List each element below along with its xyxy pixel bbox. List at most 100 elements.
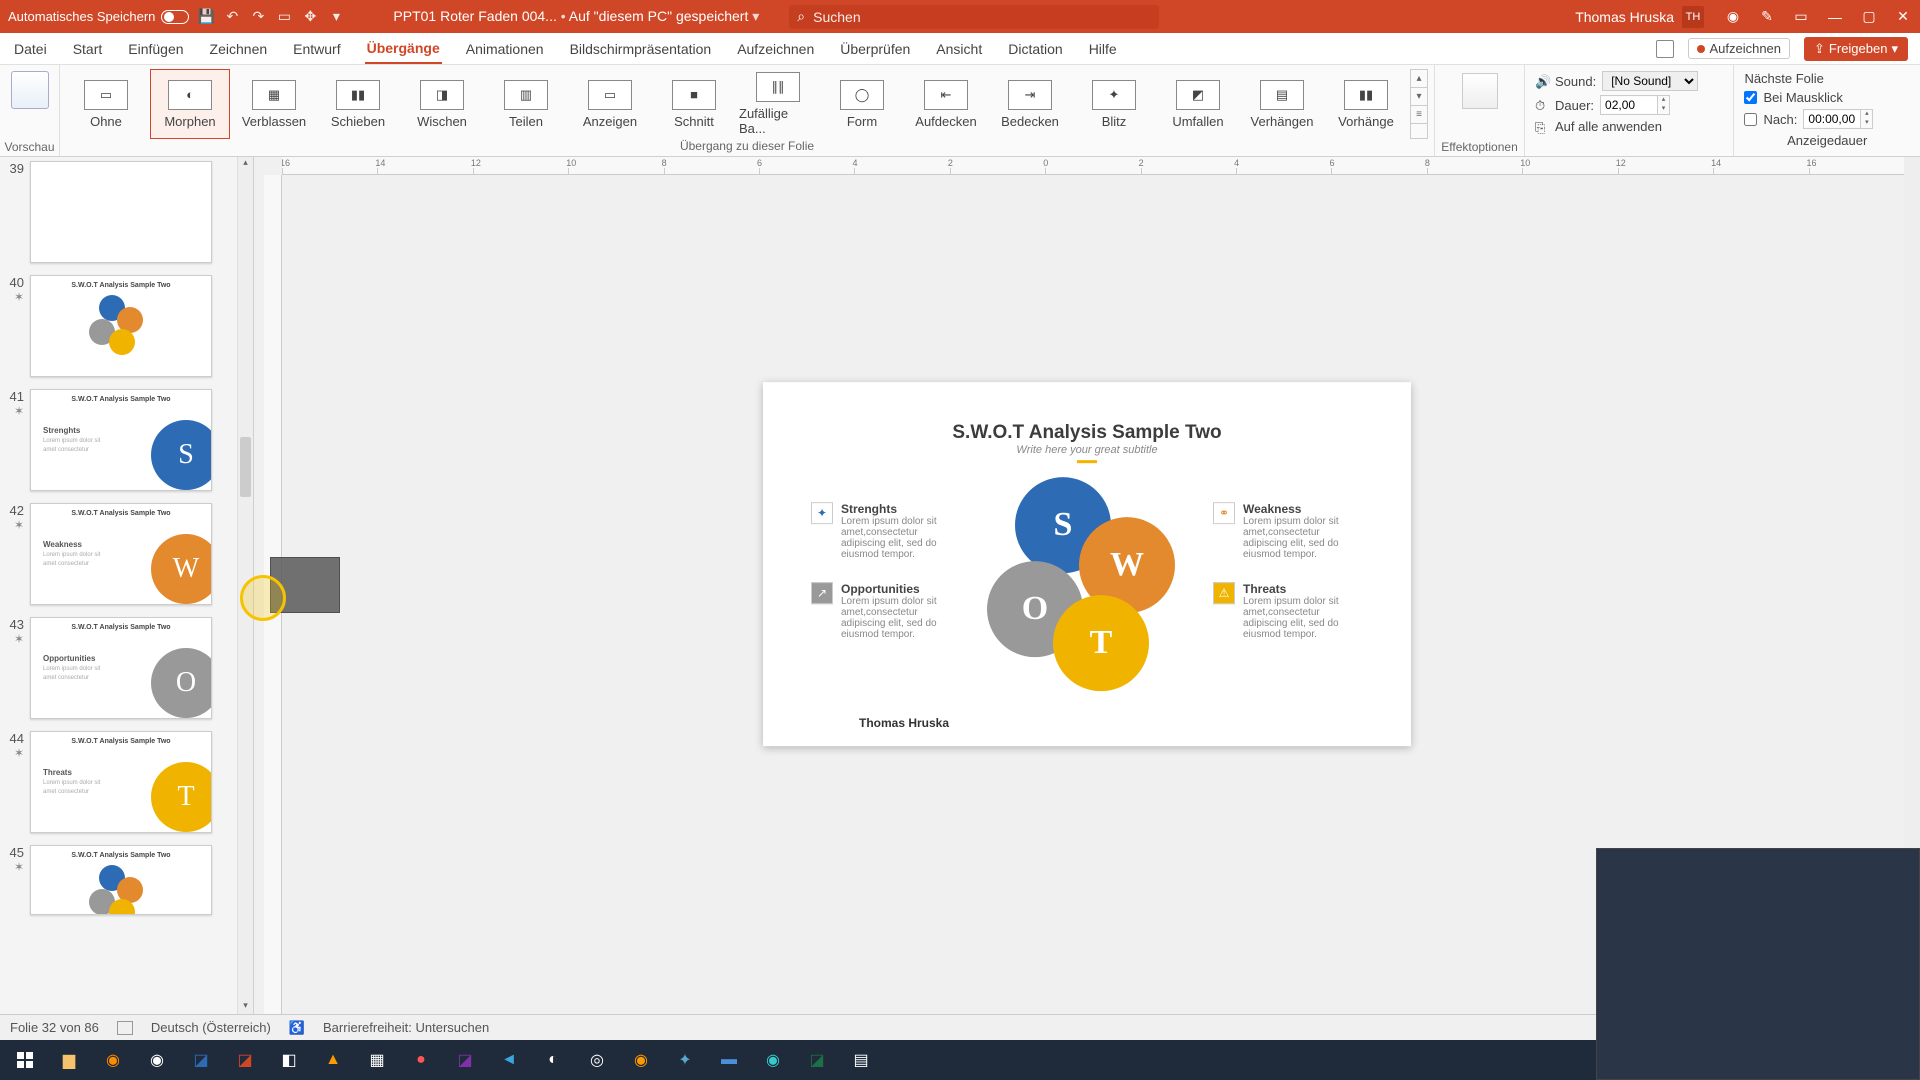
nach-input[interactable] [1804,111,1860,127]
spin-down-icon[interactable]: ▾ [1860,119,1872,128]
start-button[interactable] [6,1044,44,1076]
tab-zeichnen[interactable]: Zeichnen [208,35,270,63]
gallery-expand-icon[interactable]: ≡ [1411,106,1427,124]
transition-verhngen[interactable]: ▤Verhängen [1242,69,1322,139]
transition-blitz[interactable]: ✦Blitz [1074,69,1154,139]
slide[interactable]: S.W.O.T Analysis Sample Two Write here y… [763,382,1411,746]
nach-spinner[interactable]: ▴▾ [1803,109,1873,129]
transition-anzeigen[interactable]: ▭Anzeigen [570,69,650,139]
transition-aufdecken[interactable]: ⇤Aufdecken [906,69,986,139]
onenote-icon[interactable]: ◪ [446,1044,484,1076]
tab-bildschirmpräsentation[interactable]: Bildschirmpräsentation [568,35,714,63]
powerpoint-icon[interactable]: ◪ [226,1044,264,1076]
edge-icon[interactable]: ◉ [754,1044,792,1076]
thumb-row-45[interactable]: 45✶S.W.O.T Analysis Sample Two [4,845,245,915]
recording-icon[interactable]: ◉ [622,1044,660,1076]
undo-icon[interactable]: ↶ [223,8,241,26]
touch-icon[interactable]: ✥ [301,8,319,26]
lang-icon[interactable] [117,1021,133,1035]
scroll-down-icon[interactable]: ▾ [238,1000,253,1014]
language-label[interactable]: Deutsch (Österreich) [151,1020,271,1035]
thumb-row-39[interactable]: 39 [4,161,245,263]
app-icon-6[interactable]: ▬ [710,1044,748,1076]
coming-soon-icon[interactable]: ◉ [1716,8,1750,26]
transition-vorhnge[interactable]: ▮▮Vorhänge [1326,69,1406,139]
dauer-input[interactable] [1601,97,1657,113]
search-box[interactable]: ⌕ [789,5,1159,29]
maximize-icon[interactable]: ▢ [1852,8,1886,26]
thumb-row-42[interactable]: 42✶S.W.O.T Analysis Sample TwoWWeaknessL… [4,503,245,605]
thumb[interactable] [30,161,212,263]
nach-checkbox[interactable] [1744,113,1757,126]
tab-dictation[interactable]: Dictation [1006,35,1064,63]
app-icon-7[interactable]: ▤ [842,1044,880,1076]
tab-aufzeichnen[interactable]: Aufzeichnen [735,35,816,63]
thumb[interactable]: S.W.O.T Analysis Sample Two [30,845,212,915]
autosave-toggle[interactable]: Automatisches Speichern [8,9,189,24]
app-icon[interactable]: ◧ [270,1044,308,1076]
document-title[interactable]: PPT01 Roter Faden 004... • Auf "diesem P… [393,8,759,25]
telegram-icon[interactable]: ◄ [490,1044,528,1076]
thumb-row-41[interactable]: 41✶S.W.O.T Analysis Sample TwoSStrenghts… [4,389,245,491]
accessibility-label[interactable]: Barrierefreiheit: Untersuchen [323,1020,489,1035]
slide-panel[interactable]: 39 40✶S.W.O.T Analysis Sample Two 41✶S.W.O… [0,157,254,1014]
record-button[interactable]: Aufzeichnen [1688,38,1790,59]
dauer-spinner[interactable]: ▴▾ [1600,95,1670,115]
scroll-up-icon[interactable]: ▴ [1411,70,1427,88]
transition-ohne[interactable]: ▭Ohne [66,69,146,139]
thumb-row-44[interactable]: 44✶S.W.O.T Analysis Sample TwoTThreatsLo… [4,731,245,833]
tab-ansicht[interactable]: Ansicht [934,35,984,63]
account-button[interactable]: Thomas Hruska TH [1575,6,1704,28]
thumb[interactable]: S.W.O.T Analysis Sample TwoWWeaknessLore… [30,503,212,605]
chrome-icon[interactable]: ◉ [138,1044,176,1076]
app-icon-5[interactable]: ✦ [666,1044,704,1076]
comments-icon[interactable] [1656,40,1674,58]
thumb[interactable]: S.W.O.T Analysis Sample Two [30,275,212,377]
minimize-icon[interactable]: — [1818,8,1852,26]
slide-title[interactable]: S.W.O.T Analysis Sample Two [763,422,1411,444]
close-icon[interactable]: ✕ [1886,8,1920,26]
tab-einfügen[interactable]: Einfügen [126,35,185,63]
tab-hilfe[interactable]: Hilfe [1087,35,1119,63]
swot-diagram[interactable]: S W O T [977,477,1197,687]
effekt-icon[interactable] [1462,73,1498,109]
thumb[interactable]: S.W.O.T Analysis Sample TwoOOpportunitie… [30,617,212,719]
circle-t[interactable]: T [1053,595,1149,691]
redo-icon[interactable]: ↷ [249,8,267,26]
transition-schnitt[interactable]: ■Schnitt [654,69,734,139]
vlc-icon[interactable]: ▲ [314,1044,352,1076]
qat-more-icon[interactable]: ▾ [327,8,345,26]
transition-bedecken[interactable]: ⇥Bedecken [990,69,1070,139]
spin-up-icon[interactable]: ▴ [1657,96,1669,105]
tab-überprüfen[interactable]: Überprüfen [838,35,912,63]
transition-verblassen[interactable]: ▦Verblassen [234,69,314,139]
excel-icon[interactable]: ◪ [798,1044,836,1076]
save-icon[interactable]: 💾 [197,8,215,26]
toggle-switch[interactable] [161,10,189,24]
swot-strengths[interactable]: ✦StrenghtsLorem ipsum dolor sit amet,con… [811,502,961,560]
tab-entwurf[interactable]: Entwurf [291,35,342,63]
swot-opportunities[interactable]: ↗OpportunitiesLorem ipsum dolor sit amet… [811,582,961,640]
thumb-row-40[interactable]: 40✶S.W.O.T Analysis Sample Two [4,275,245,377]
transition-wischen[interactable]: ◨Wischen [402,69,482,139]
swot-threats[interactable]: ⚠ThreatsLorem ipsum dolor sit amet,conse… [1213,582,1363,640]
transition-teilen[interactable]: ▥Teilen [486,69,566,139]
app-icon-2[interactable]: ▦ [358,1044,396,1076]
tab-datei[interactable]: Datei [12,35,49,63]
effekt-label[interactable]: Effektoptionen [1441,140,1518,154]
slide-counter[interactable]: Folie 32 von 86 [10,1020,99,1035]
search-input[interactable] [813,9,1151,25]
transition-umfallen[interactable]: ◩Umfallen [1158,69,1238,139]
scroll-down-icon[interactable]: ▾ [1411,88,1427,106]
explorer-icon[interactable]: ▆ [50,1044,88,1076]
spin-down-icon[interactable]: ▾ [1657,105,1669,114]
transition-form[interactable]: ◯Form [822,69,902,139]
spin-up-icon[interactable]: ▴ [1860,110,1872,119]
tab-start[interactable]: Start [71,35,105,63]
app-icon-3[interactable]: ● [402,1044,440,1076]
obs-icon[interactable]: ◎ [578,1044,616,1076]
vorschau-label[interactable]: Vorschau [4,140,54,154]
thumb[interactable]: S.W.O.T Analysis Sample TwoSStrenghtsLor… [30,389,212,491]
share-button[interactable]: ⇪Freigeben ▾ [1804,37,1908,61]
tab-übergänge[interactable]: Übergänge [365,34,442,64]
